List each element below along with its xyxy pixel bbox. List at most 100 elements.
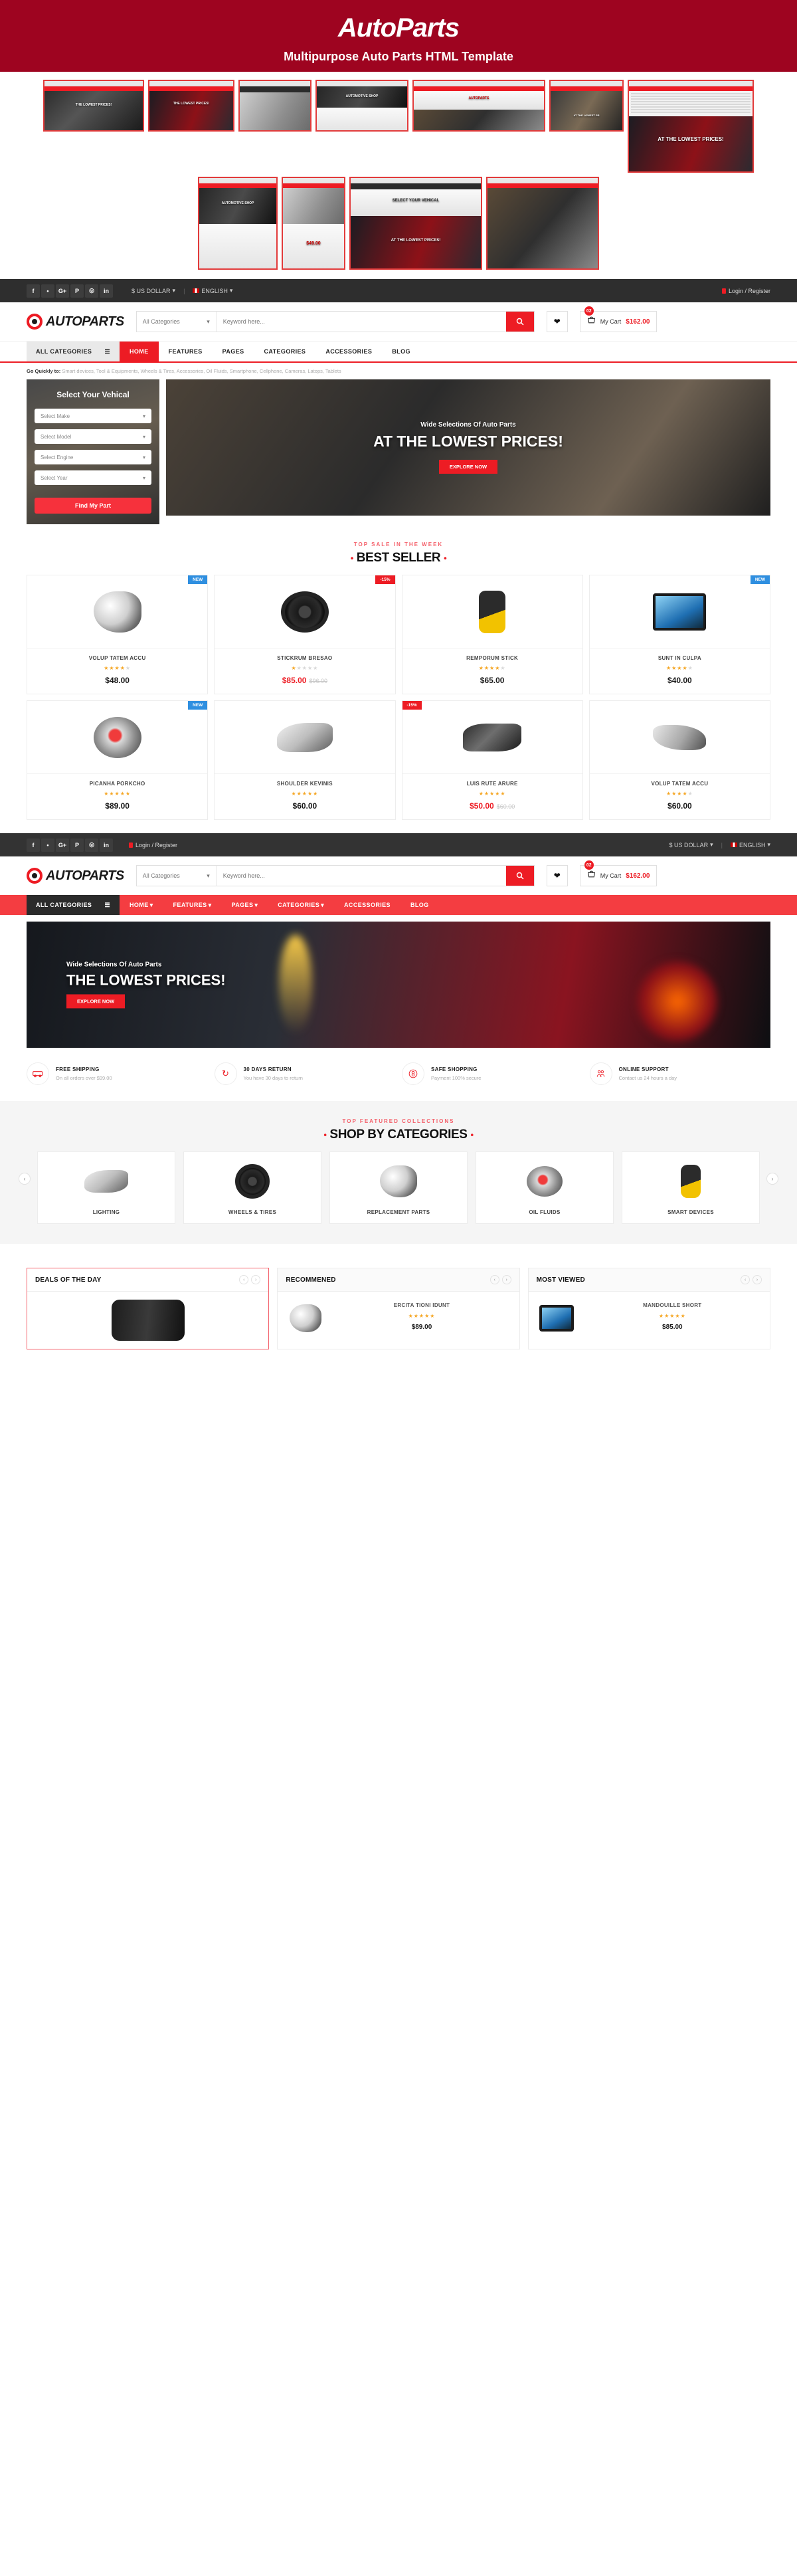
linkedin-icon[interactable]: in [100,284,113,298]
category-card-replacement-parts[interactable]: REPLACEMENT PARTS [329,1151,468,1224]
promo-thumb[interactable]: THE LOWEST PRICES! [148,80,234,132]
nav-item-accessories[interactable]: ACCESSORIES [315,342,382,361]
wishlist-button[interactable]: ❤ [546,311,568,332]
search-category-label: All Categories [142,872,180,879]
select-engine[interactable]: Select Engine ▾ [35,450,151,464]
promo-thumb[interactable]: SELECT YOUR VEHICAL AT THE LOWEST PRICES… [349,177,482,270]
promo-thumb[interactable]: AT THE LOWEST PRICES! [628,80,754,173]
bestseller-title-text: BEST SELLER [356,551,441,565]
product-rating: ★★★★★ [665,665,693,671]
nav-item-home[interactable]: HOME [120,342,159,361]
product-card[interactable]: REMPORUM STICK ★★★★★ $65.00 [401,575,583,694]
promo-thumb[interactable] [486,177,599,270]
nav-label: HOME [130,348,149,355]
nav-item-home-alt[interactable]: HOME ▾ [120,895,163,915]
panel-next-button[interactable]: › [251,1275,261,1284]
nav-item-categories-alt[interactable]: CATEGORIES ▾ [268,895,334,915]
chevron-down-icon: ▾ [207,318,210,325]
product-card[interactable]: NEW VOLUP TATEM ACCU ★★★★★ $48.00 [27,575,209,694]
instagram-icon[interactable]: ◎ [85,284,98,298]
search-input-alt[interactable] [216,866,506,886]
facebook-icon[interactable]: f [27,284,40,298]
product-card[interactable]: -15% LUIS RUTE ARURE ★★★★★ $50.00 $60.00 [401,700,583,820]
google-plus-icon[interactable]: G+ [56,838,69,852]
category-card-wheels-tires[interactable]: WHEELS & TIRES [183,1151,321,1224]
select-model[interactable]: Select Model ▾ [35,429,151,444]
search-button[interactable] [505,312,534,332]
promo-thumb[interactable]: AT THE LOWEST PR [549,80,624,132]
panel-next-button[interactable]: › [501,1275,511,1284]
hero-banner[interactable]: Wide Selections Of Auto Parts AT THE LOW… [166,379,770,516]
promo-thumb[interactable]: AUTOMOTIVE SHOP [315,80,408,132]
nav-item-accessories-alt[interactable]: ACCESSORIES [334,895,400,915]
language-selector[interactable]: ENGLISH ▾ [193,287,232,294]
nav-item-features-alt[interactable]: FEATURES ▾ [163,895,222,915]
category-card-smart-devices[interactable]: SMART DEVICES [622,1151,760,1224]
all-categories-button[interactable]: ALL CATEGORIES ☰ [27,342,120,361]
search-input[interactable] [216,312,506,332]
nav-item-categories[interactable]: CATEGORIES [254,342,316,361]
hero-explore-button[interactable]: EXPLORE NOW [438,460,498,474]
nav-label: ACCESSORIES [325,348,373,355]
select-year[interactable]: Select Year ▾ [35,470,151,485]
dual-headlight-art [463,723,522,751]
promo-thumb[interactable]: THE LOWEST PRICES! [43,80,144,132]
nav-item-blog[interactable]: BLOG [382,342,420,361]
site-logo[interactable]: AUTOPARTS [27,314,124,330]
product-card[interactable]: NEW PICANHA PORKCHO ★★★★★ $89.00 [27,700,209,820]
login-register-link-alt[interactable]: Login / Register [129,842,177,848]
hero-banner-2[interactable]: Wide Selections Of Auto Parts THE LOWEST… [27,922,770,1048]
select-make[interactable]: Select Make ▾ [35,409,151,423]
promo-thumb[interactable]: AUTOPARTS [412,80,545,132]
categories-next-button[interactable]: › [766,1172,778,1185]
product-name: VOLUP TATEM ACCU [88,655,146,661]
panel-next-button[interactable]: › [753,1275,762,1284]
product-rating: ★★★★★ [104,665,132,671]
promo-thumb[interactable]: $49.00 [282,177,345,270]
search-category-select[interactable]: All Categories ▾ [137,312,217,332]
panel-prev-button[interactable]: ‹ [489,1275,499,1284]
find-my-part-button[interactable]: Find My Part [35,498,151,514]
google-plus-icon[interactable]: G+ [56,284,69,298]
product-card[interactable]: NEW SUNT IN CULPA ★★★★★ $40.00 [588,575,770,694]
twitter-icon[interactable]: • [41,838,54,852]
nav-item-pages-alt[interactable]: PAGES ▾ [222,895,268,915]
nav-item-blog-alt[interactable]: BLOG [400,895,439,915]
panel-prev-button[interactable]: ‹ [239,1275,249,1284]
panel-prev-button[interactable]: ‹ [741,1275,750,1284]
pinterest-icon[interactable]: P [70,284,84,298]
instagram-icon[interactable]: ◎ [85,838,98,852]
facebook-icon[interactable]: f [27,838,40,852]
language-selector-alt[interactable]: ENGLISH ▾ [730,841,770,848]
site-logo-alt[interactable]: AUTOPARTS [27,868,124,884]
chevron-down-icon: ▾ [767,841,770,848]
product-card[interactable]: VOLUP TATEM ACCU ★★★★★ $60.00 [588,700,770,820]
currency-selector[interactable]: $ US DOLLAR ▾ [132,287,175,294]
categories-prev-button[interactable]: ‹ [19,1172,31,1185]
twitter-icon[interactable]: • [41,284,54,298]
wishlist-button-alt[interactable]: ❤ [546,865,568,886]
product-card[interactable]: SHOULDER KEVINIS ★★★★★ $60.00 [214,700,396,820]
categories-grid: LIGHTING WHEELS & TIRES REPLACEMENT PART… [0,1151,797,1224]
search-category-select-alt[interactable]: All Categories ▾ [137,866,217,886]
nav-item-features[interactable]: FEATURES [159,342,213,361]
cart-button-alt[interactable]: 02 My Cart $162.00 [579,860,658,886]
pinterest-icon[interactable]: P [70,838,84,852]
promo-thumb[interactable]: AUTOMOTIVE SHOP [198,177,278,270]
dot-right: • [444,553,447,563]
nav-label: PAGES [231,902,254,908]
promo-thumb[interactable] [238,80,311,132]
search-button-alt[interactable] [505,866,534,886]
product-card[interactable]: -15% STICKRUM BRESAO ★★★★★ $85.00 $96.00 [214,575,396,694]
category-card-lighting[interactable]: LIGHTING [37,1151,175,1224]
login-register-link[interactable]: Login / Register [721,288,770,294]
hero2-explore-button[interactable]: EXPLORE NOW [66,994,126,1009]
currency-selector-alt[interactable]: $ US DOLLAR ▾ [669,841,713,848]
category-name: LIGHTING [92,1209,120,1215]
category-card-oil-fluids[interactable]: OIL FLUIDS [476,1151,614,1224]
all-categories-button-alt[interactable]: ALL CATEGORIES ☰ [27,895,120,915]
linkedin-icon[interactable]: in [100,838,113,852]
cart-button[interactable]: 02 My Cart $162.00 [579,306,658,332]
site-header: AUTOPARTS All Categories ▾ ❤ 02 My Cart … [0,302,797,341]
nav-item-pages[interactable]: PAGES [213,342,254,361]
